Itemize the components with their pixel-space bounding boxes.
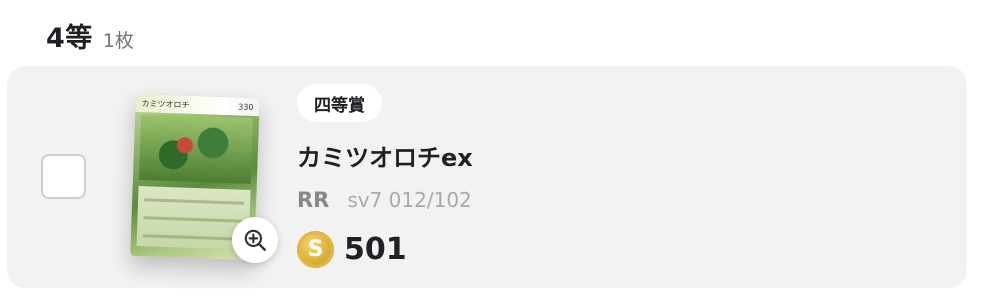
prize-badge: 四等賞 bbox=[297, 84, 382, 122]
zoom-button[interactable] bbox=[232, 217, 278, 263]
card-rarity: RR bbox=[297, 188, 330, 212]
prize-tier-header: 4等 1枚 bbox=[46, 16, 134, 55]
card-thumbnail-header: カミツオロチ 330 bbox=[135, 93, 260, 117]
card-thumbnail-name: カミツオロチ bbox=[141, 98, 190, 110]
card-artwork bbox=[138, 114, 254, 184]
select-checkbox[interactable] bbox=[41, 154, 86, 199]
coin-icon: S bbox=[297, 231, 334, 268]
points-display: S 501 bbox=[297, 231, 407, 268]
points-value: 501 bbox=[344, 232, 407, 267]
card-name: カミツオロチex bbox=[297, 144, 473, 172]
zoom-in-icon bbox=[244, 229, 266, 251]
card-thumbnail-hp: 330 bbox=[238, 101, 254, 112]
prize-tier-title: 4等 bbox=[46, 23, 93, 54]
prize-tier-count: 1枚 bbox=[102, 30, 134, 52]
card-meta: RR sv7 012/102 bbox=[297, 188, 472, 212]
card-set-code: sv7 012/102 bbox=[347, 188, 472, 212]
prize-item-row: カミツオロチ 330 四等賞 カミツオロチex RR sv7 012/102 S… bbox=[7, 66, 967, 288]
